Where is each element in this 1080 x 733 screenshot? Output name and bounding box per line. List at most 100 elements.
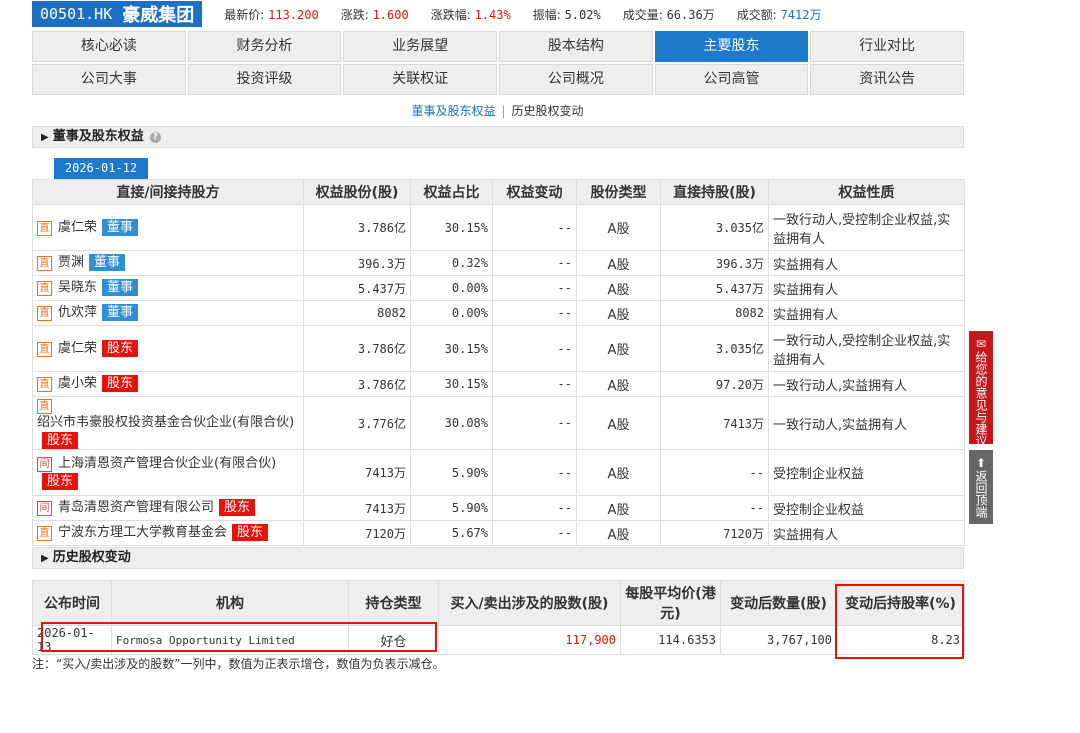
holder-name[interactable]: 绍兴市韦豪股权投资基金合伙企业(有限合伙)	[37, 414, 294, 432]
avg-price: 114.6353	[620, 625, 721, 655]
col-equity-change: 权益变动	[492, 179, 577, 205]
holder-name[interactable]: 仇欢萍	[58, 304, 97, 322]
equity-pct: 5.67%	[410, 520, 493, 546]
col-direct-holding: 直接持股(股)	[660, 179, 769, 205]
equity-nature: 一致行动人,受控制企业权益,实益拥有人	[768, 325, 965, 372]
footnote: 注：“买入/卖出涉及的股数”一列中，数值为正表示增仓，数值为负表示减仓。	[32, 657, 445, 671]
table-row: 间青岛清恩资产管理有限公司 股东 7413万 5.90% -- A股 -- 受控制…	[32, 495, 965, 521]
section-director-equity-header[interactable]: ▶ 董事及股东权益?	[32, 126, 964, 148]
table-row: 直虞仁荣 股东 3.786亿 30.15% -- A股 3.035亿 一致行动人,…	[32, 325, 965, 372]
stock-code-box: 00501.HK 豪威集团	[32, 1, 203, 27]
equity-nature: 受控制企业权益	[768, 449, 965, 496]
table-row: 直仇欢萍 董事 8082 0.00% -- A股 8082 实益拥有人	[32, 300, 965, 326]
col-position-type: 持仓类型	[348, 580, 439, 626]
col-publish-date: 公布时间	[32, 580, 112, 626]
section-title: 历史股权变动	[52, 550, 131, 565]
equity-shares: 7413万	[303, 449, 411, 496]
tab-company-overview[interactable]: 公司概况	[499, 64, 653, 95]
direct-holding: 97.20万	[660, 371, 769, 397]
equity-nature: 一致行动人,实益拥有人	[768, 396, 965, 450]
equity-pct: 0.32%	[410, 250, 493, 276]
direct-tag-icon: 直	[37, 526, 52, 541]
equity-shares: 7413万	[303, 495, 411, 521]
direct-holding: 3.035亿	[660, 325, 769, 372]
equity-pct: 0.00%	[410, 275, 493, 301]
highlight-box-row	[41, 622, 437, 652]
equity-change: --	[492, 449, 577, 496]
holder-name[interactable]: 虞小荣	[58, 375, 97, 393]
shareholder-badge: 股东	[232, 524, 269, 541]
equity-nature: 一致行动人,实益拥有人	[768, 371, 965, 397]
subnav-director-equity[interactable]: 董事及股东权益	[411, 104, 495, 118]
equity-change: --	[492, 495, 577, 521]
equity-shares: 8082	[303, 300, 411, 326]
tab-investment-rating[interactable]: 投资评级	[187, 64, 342, 95]
holder-name[interactable]: 青岛清恩资产管理有限公司	[58, 499, 214, 517]
quote-latest-price: 最新价: 113.200	[224, 7, 319, 22]
equity-change: --	[492, 520, 577, 546]
tab-business-outlook[interactable]: 业务展望	[343, 31, 498, 62]
highlight-box-pct	[835, 584, 964, 659]
stock-code: 00501.HK	[40, 5, 113, 23]
director-badge: 董事	[102, 218, 139, 236]
history-header-row: 公布时间 机构 持仓类型 买入/卖出涉及的股数(股) 每股平均价(港元) 变动后…	[32, 580, 965, 626]
section-history-header[interactable]: ▶ 历史股权变动	[32, 547, 964, 569]
equity-nature: 受控制企业权益	[768, 495, 965, 521]
equity-change: --	[492, 371, 577, 397]
direct-holding: 7120万	[660, 520, 769, 546]
quote-amplitude: 振幅: 5.02%	[532, 7, 601, 22]
date-tab[interactable]: 2026-01-12	[54, 158, 148, 179]
equity-shares: 3.786亿	[303, 371, 411, 397]
tab-industry-comparison[interactable]: 行业对比	[810, 31, 965, 62]
holder-name[interactable]: 上海清恩资产管理合伙企业(有限合伙)	[58, 455, 276, 473]
help-icon[interactable]: ?	[149, 132, 161, 143]
tab-executives[interactable]: 公司高管	[654, 64, 809, 95]
equity-shares: 3.786亿	[303, 325, 411, 372]
triangle-right-icon: ▶	[41, 553, 49, 564]
director-badge: 董事	[89, 254, 126, 271]
direct-tag-icon: 直	[37, 377, 52, 392]
holder-name[interactable]: 贾渊	[58, 254, 84, 272]
share-type: A股	[576, 325, 661, 372]
holders-table: 直接/间接持股方 权益股份(股) 权益占比 权益变动 股份类型 直接持股(股) …	[32, 179, 965, 546]
direct-tag-icon: 直	[37, 256, 52, 271]
quote-volume: 成交量: 66.36万	[622, 7, 715, 22]
equity-shares: 3.776亿	[303, 396, 411, 450]
equity-shares: 5.437万	[303, 275, 411, 301]
sub-navigation: 董事及股东权益 | 历史股权变动	[0, 102, 995, 119]
tab-core-reading[interactable]: 核心必读	[32, 31, 186, 62]
holder-name[interactable]: 吴晓东	[58, 279, 97, 297]
table-row: 间上海清恩资产管理合伙企业(有限合伙) 股东 7413万 5.90% -- A股 …	[32, 449, 965, 496]
tab-share-structure[interactable]: 股本结构	[499, 31, 653, 62]
equity-shares: 3.786亿	[303, 204, 411, 251]
shares-traded: 117,900	[438, 625, 621, 655]
back-to-top-button[interactable]: ⬆ 返回顶端	[969, 450, 993, 524]
tab-financial-analysis[interactable]: 财务分析	[187, 31, 342, 62]
direct-tag-icon: 直	[37, 399, 52, 414]
feedback-button[interactable]: ✉ 给您的意见与建议	[969, 331, 993, 447]
holder-name[interactable]: 宁波东方理工大学教育基金会	[58, 524, 227, 542]
equity-pct: 30.15%	[410, 204, 493, 251]
shareholder-badge: 股东	[219, 499, 256, 516]
quote-change: 涨跌: 1.600	[340, 7, 409, 22]
equity-nature: 实益拥有人	[768, 250, 965, 276]
col-institution: 机构	[111, 580, 349, 626]
col-avg-price: 每股平均价(港元)	[620, 580, 721, 626]
equity-nature: 一致行动人,受控制企业权益,实益拥有人	[768, 204, 965, 251]
subnav-history-changes[interactable]: 历史股权变动	[512, 104, 584, 118]
holder-name[interactable]: 虞仁荣	[58, 219, 97, 237]
col-equity-nature: 权益性质	[768, 179, 965, 205]
direct-holding: 5.437万	[660, 275, 769, 301]
equity-change: --	[492, 300, 577, 326]
table-row: 直绍兴市韦豪股权投资基金合伙企业(有限合伙) 股东 3.776亿 30.08% -…	[32, 396, 965, 450]
holder-name[interactable]: 虞仁荣	[58, 340, 97, 358]
tab-news-announcements[interactable]: 资讯公告	[810, 64, 965, 95]
equity-change: --	[492, 275, 577, 301]
tab-company-events[interactable]: 公司大事	[32, 64, 186, 95]
tab-major-shareholders[interactable]: 主要股东	[654, 31, 809, 62]
table-row: 直虞仁荣 董事 3.786亿 30.15% -- A股 3.035亿 一致行动人,…	[32, 204, 965, 251]
col-equity-shares: 权益股份(股)	[303, 179, 411, 205]
back-to-top-label: 返回顶端	[974, 470, 988, 518]
share-type: A股	[576, 275, 661, 301]
tab-related-warrants[interactable]: 关联权证	[343, 64, 498, 95]
